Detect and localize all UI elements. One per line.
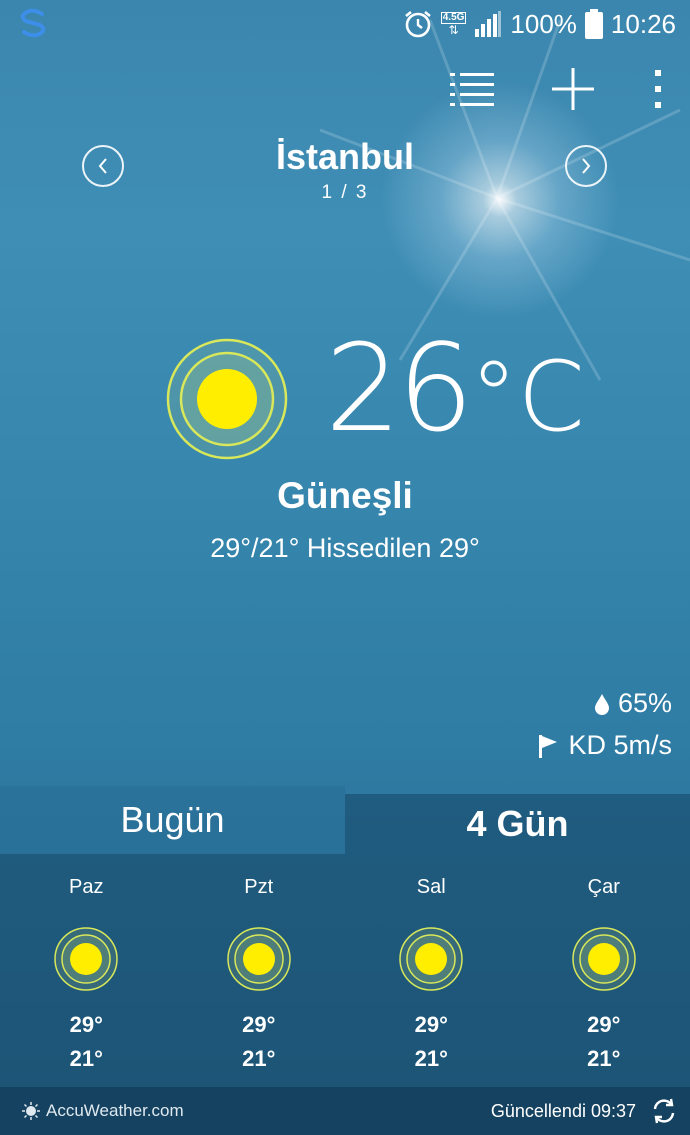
high-low-feels-like: 29°/21° Hissedilen 29° — [210, 533, 480, 563]
flag-icon — [539, 734, 558, 758]
more-vertical-icon — [655, 70, 661, 108]
humidity: 65% — [594, 688, 672, 719]
high-temp: 29° — [69, 1012, 103, 1037]
sun-icon — [399, 927, 463, 991]
refresh-button[interactable] — [650, 1097, 678, 1125]
data-arrows-icon: 4.5G ⇅ — [440, 12, 467, 37]
updated-label: Güncellendi 09:37 — [490, 1100, 636, 1121]
alarm-icon — [404, 10, 431, 38]
weather-condition: Güneşli — [277, 475, 413, 516]
forecast-day: Pzt 29° 21° — [173, 854, 346, 1087]
accuweather-link[interactable]: AccuWeather.com — [22, 1101, 184, 1121]
forecast-day: Sal 29° 21° — [345, 854, 518, 1087]
add-icon — [552, 68, 594, 110]
next-location-button[interactable] — [565, 145, 607, 187]
sun-icon — [166, 338, 288, 460]
current-temperature: 26°C — [325, 330, 585, 450]
low-temp: 21° — [587, 1046, 621, 1071]
brand-label: AccuWeather.com — [46, 1101, 184, 1120]
high-temp: 29° — [414, 1012, 448, 1037]
footer: AccuWeather.com Güncellendi 09:37 — [0, 1087, 690, 1135]
tab-today[interactable]: Bugün — [0, 786, 345, 854]
high-temp: 29° — [587, 1012, 621, 1037]
temperature-unit: °C — [469, 341, 585, 453]
list-icon — [450, 73, 494, 106]
chevron-right-icon — [582, 158, 591, 174]
more-options-button[interactable] — [648, 64, 668, 114]
high-temp: 29° — [242, 1012, 276, 1037]
sun-icon — [54, 927, 118, 991]
forecast-day: Çar 29° 21° — [518, 854, 690, 1087]
forecast-tabs: Bugün 4 Gün — [0, 786, 690, 854]
temperature-value: 26 — [325, 320, 474, 459]
refresh-icon — [653, 1098, 675, 1124]
battery-icon — [584, 9, 603, 39]
humidity-value: 65% — [617, 688, 672, 718]
add-location-button[interactable] — [548, 64, 598, 114]
sun-icon — [572, 927, 636, 991]
app-s-icon — [20, 8, 46, 38]
day-name: Çar — [587, 876, 620, 898]
status-bar: 4.5G ⇅ 100% 10:26 — [0, 0, 690, 48]
locations-list-button[interactable] — [448, 64, 498, 114]
signal-icon — [475, 11, 502, 37]
water-drop-icon — [594, 693, 609, 715]
low-temp: 21° — [69, 1046, 103, 1071]
forecast-day: Paz 29° 21° — [0, 854, 173, 1087]
low-temp: 21° — [242, 1046, 276, 1071]
day-name: Sal — [416, 876, 446, 898]
sun-icon — [227, 927, 291, 991]
accuweather-sun-icon — [22, 1102, 40, 1120]
four-day-forecast: Paz 29° 21° Pzt 29° 21° Sal 29° 21° Çar … — [0, 854, 690, 1087]
day-name: Paz — [69, 876, 104, 898]
clock: 10:26 — [610, 8, 676, 39]
battery-percent: 100% — [510, 8, 577, 39]
low-temp: 21° — [414, 1046, 448, 1071]
toolbar — [448, 64, 668, 114]
last-updated: Güncellendi 09:37 — [491, 1097, 678, 1125]
wind: KD 5m/s — [538, 730, 672, 761]
tab-4-day[interactable]: 4 Gün — [345, 794, 690, 854]
day-name: Pzt — [244, 876, 274, 898]
wind-value: KD 5m/s — [568, 730, 672, 760]
